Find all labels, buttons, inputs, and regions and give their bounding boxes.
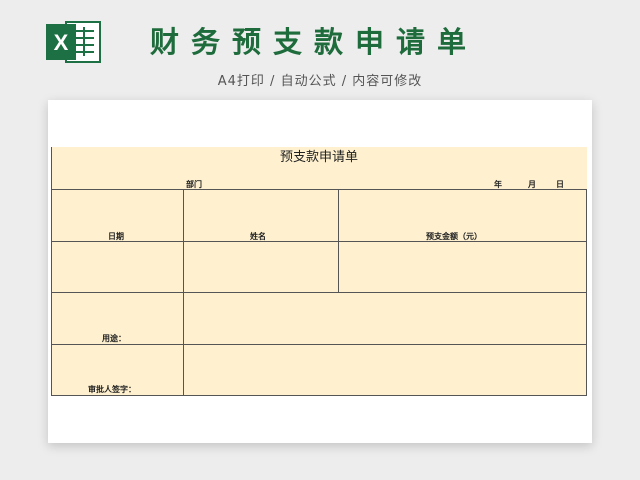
page-subtitle: A4打印 / 自动公式 / 内容可修改 bbox=[217, 74, 423, 89]
grid-line bbox=[338, 189, 339, 293]
approver-label: 审批人签字： bbox=[88, 385, 136, 394]
name-header: 姓名 bbox=[250, 232, 266, 241]
grid-line bbox=[51, 147, 52, 396]
date-header: 日期 bbox=[108, 232, 124, 241]
excel-logo-icon: X bbox=[46, 21, 101, 63]
grid-line bbox=[183, 189, 184, 396]
banner: X 财务预支款申请单 A4打印 / 自动公式 / 内容可修改 bbox=[0, 0, 640, 100]
form-area: 预支款申请单 部门 年 月 日 日期 姓名 预支金额（元） 用途： 审批人签字： bbox=[51, 147, 587, 396]
grid-line bbox=[51, 344, 587, 345]
grid-line bbox=[51, 241, 587, 242]
amount-header: 预支金额（元） bbox=[426, 232, 482, 241]
grid-line bbox=[51, 189, 587, 190]
logo-letter: X bbox=[54, 30, 69, 55]
spreadsheet-preview: 预支款申请单 部门 年 月 日 日期 姓名 预支金额（元） 用途： 审批人签字： bbox=[48, 100, 592, 443]
page-title: 财务预支款申请单 bbox=[150, 25, 479, 59]
purpose-label: 用途： bbox=[102, 334, 126, 343]
form-title: 预支款申请单 bbox=[279, 150, 358, 165]
grid-line bbox=[586, 189, 587, 396]
grid-line bbox=[51, 395, 587, 396]
grid-line bbox=[51, 292, 587, 293]
